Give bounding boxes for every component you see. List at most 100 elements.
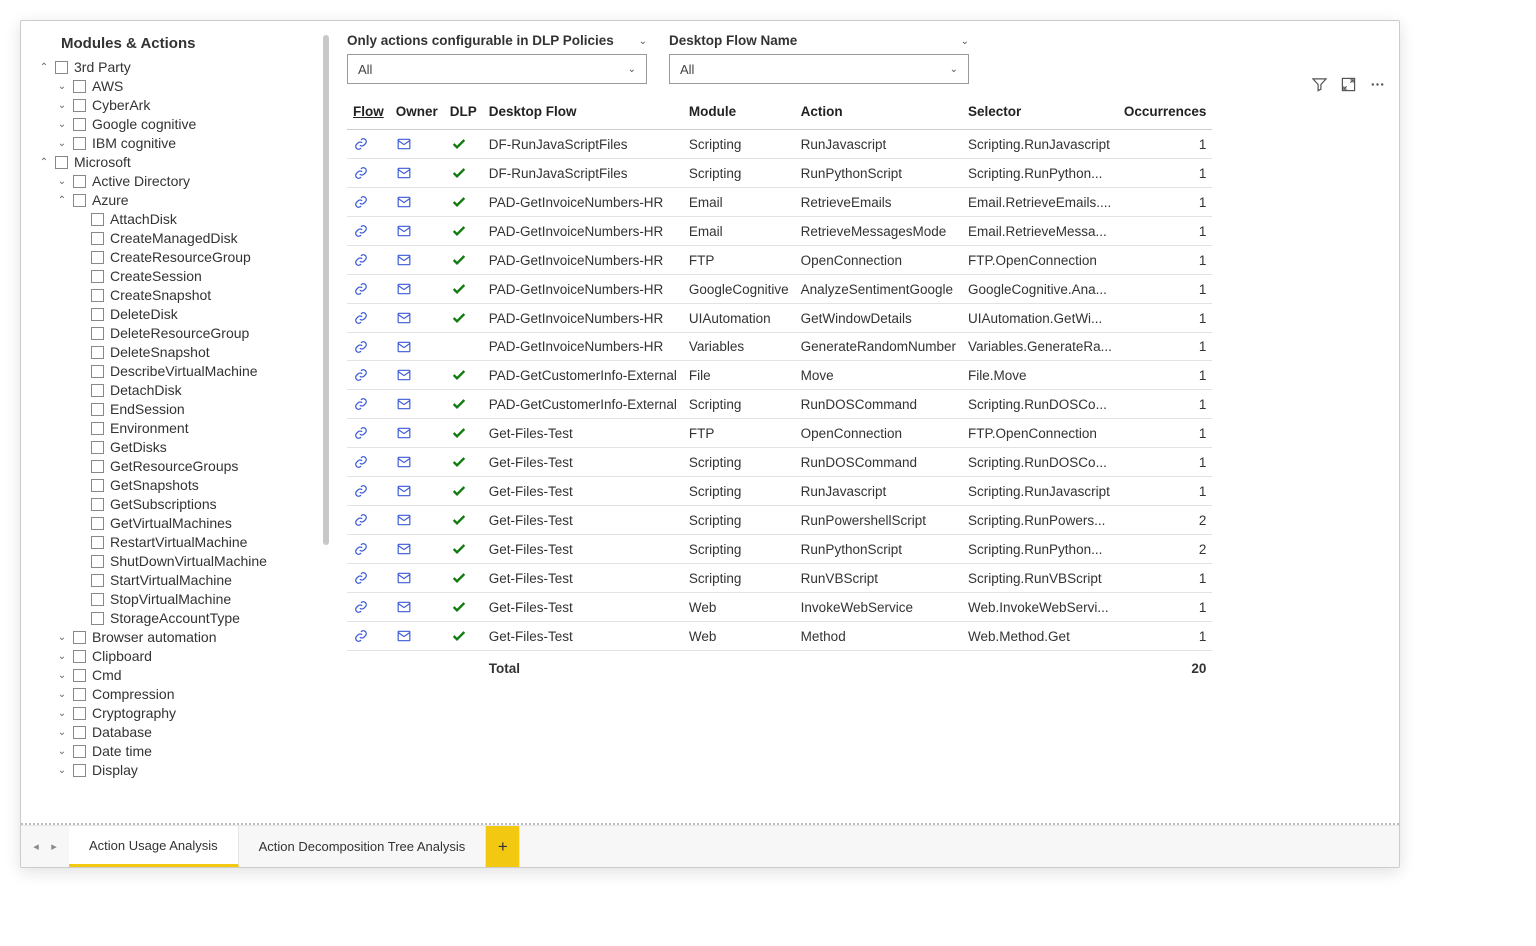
- tree-node[interactable]: ⌄Database: [33, 723, 323, 742]
- tree-node[interactable]: CreateSession: [33, 267, 323, 286]
- checkbox[interactable]: [91, 593, 104, 606]
- table-row[interactable]: DF-RunJavaScriptFilesScriptingRunPythonS…: [347, 159, 1212, 188]
- chevron-up-icon[interactable]: ⌃: [55, 194, 69, 208]
- owner-mail-icon[interactable]: [390, 593, 444, 622]
- checkbox[interactable]: [91, 232, 104, 245]
- tree-node[interactable]: ⌃Azure: [33, 191, 323, 210]
- tree-node[interactable]: ⌃Microsoft: [33, 153, 323, 172]
- tree-node[interactable]: DeleteSnapshot: [33, 343, 323, 362]
- checkbox[interactable]: [91, 365, 104, 378]
- tree-node[interactable]: ⌄Active Directory: [33, 172, 323, 191]
- tree-node[interactable]: ⌄AWS: [33, 77, 323, 96]
- tree-node[interactable]: GetSnapshots: [33, 476, 323, 495]
- filter-dlp-select[interactable]: All ⌄: [347, 54, 647, 84]
- owner-mail-icon[interactable]: [390, 535, 444, 564]
- flow-link-icon[interactable]: [347, 390, 390, 419]
- checkbox[interactable]: [73, 175, 86, 188]
- checkbox[interactable]: [91, 517, 104, 530]
- chevron-down-icon[interactable]: ⌄: [55, 118, 69, 132]
- tree-node[interactable]: StorageAccountType: [33, 609, 323, 628]
- tree-node[interactable]: DeleteDisk: [33, 305, 323, 324]
- tab-action-usage[interactable]: Action Usage Analysis: [69, 826, 239, 867]
- checkbox[interactable]: [73, 726, 86, 739]
- col-owner[interactable]: Owner: [390, 96, 444, 130]
- tree-node[interactable]: ⌄Date time: [33, 742, 323, 761]
- owner-mail-icon[interactable]: [390, 361, 444, 390]
- owner-mail-icon[interactable]: [390, 506, 444, 535]
- checkbox[interactable]: [55, 156, 68, 169]
- checkbox[interactable]: [91, 213, 104, 226]
- chevron-up-icon[interactable]: ⌃: [37, 156, 51, 170]
- tree-node[interactable]: AttachDisk: [33, 210, 323, 229]
- col-module[interactable]: Module: [683, 96, 795, 130]
- chevron-down-icon[interactable]: ⌄: [55, 745, 69, 759]
- flow-link-icon[interactable]: [347, 477, 390, 506]
- checkbox[interactable]: [91, 536, 104, 549]
- checkbox[interactable]: [73, 137, 86, 150]
- tree-node[interactable]: EndSession: [33, 400, 323, 419]
- owner-mail-icon[interactable]: [390, 304, 444, 333]
- checkbox[interactable]: [91, 346, 104, 359]
- filter-flowname-select[interactable]: All ⌄: [669, 54, 969, 84]
- checkbox[interactable]: [73, 650, 86, 663]
- flow-link-icon[interactable]: [347, 419, 390, 448]
- tab-decomposition[interactable]: Action Decomposition Tree Analysis: [239, 826, 487, 867]
- owner-mail-icon[interactable]: [390, 564, 444, 593]
- tree-node[interactable]: ⌄Cryptography: [33, 704, 323, 723]
- tree-node[interactable]: GetVirtualMachines: [33, 514, 323, 533]
- focus-mode-icon[interactable]: [1341, 77, 1356, 92]
- chevron-down-icon[interactable]: ⌄: [55, 80, 69, 94]
- owner-mail-icon[interactable]: [390, 188, 444, 217]
- tree-node[interactable]: GetResourceGroups: [33, 457, 323, 476]
- checkbox[interactable]: [91, 289, 104, 302]
- tab-prev-icon[interactable]: ◂: [27, 840, 45, 853]
- flow-link-icon[interactable]: [347, 506, 390, 535]
- checkbox[interactable]: [73, 764, 86, 777]
- chevron-down-icon[interactable]: ⌄: [55, 726, 69, 740]
- flow-link-icon[interactable]: [347, 217, 390, 246]
- owner-mail-icon[interactable]: [390, 622, 444, 651]
- tree-node[interactable]: CreateResourceGroup: [33, 248, 323, 267]
- tree-node[interactable]: ShutDownVirtualMachine: [33, 552, 323, 571]
- col-flow[interactable]: Flow: [347, 96, 390, 130]
- tree-node[interactable]: ⌄Clipboard: [33, 647, 323, 666]
- tree-node[interactable]: ⌃3rd Party: [33, 58, 323, 77]
- table-row[interactable]: Get-Files-TestScriptingRunVBScriptScript…: [347, 564, 1212, 593]
- checkbox[interactable]: [73, 194, 86, 207]
- checkbox[interactable]: [55, 61, 68, 74]
- tree-node[interactable]: StartVirtualMachine: [33, 571, 323, 590]
- table-row[interactable]: Get-Files-TestScriptingRunJavascriptScri…: [347, 477, 1212, 506]
- tab-next-icon[interactable]: ▸: [45, 840, 63, 853]
- flow-link-icon[interactable]: [347, 304, 390, 333]
- col-dlp[interactable]: DLP: [444, 96, 483, 130]
- flow-link-icon[interactable]: [347, 564, 390, 593]
- tree-node[interactable]: GetSubscriptions: [33, 495, 323, 514]
- chevron-down-icon[interactable]: ⌄: [639, 36, 647, 47]
- chevron-down-icon[interactable]: ⌄: [55, 669, 69, 683]
- checkbox[interactable]: [91, 441, 104, 454]
- table-row[interactable]: PAD-GetInvoiceNumbers-HRFTPOpenConnectio…: [347, 246, 1212, 275]
- checkbox[interactable]: [91, 308, 104, 321]
- checkbox[interactable]: [73, 707, 86, 720]
- checkbox[interactable]: [91, 384, 104, 397]
- flow-link-icon[interactable]: [347, 333, 390, 361]
- checkbox[interactable]: [91, 574, 104, 587]
- checkbox[interactable]: [91, 403, 104, 416]
- owner-mail-icon[interactable]: [390, 159, 444, 188]
- table-row[interactable]: Get-Files-TestWebInvokeWebServiceWeb.Inv…: [347, 593, 1212, 622]
- checkbox[interactable]: [91, 460, 104, 473]
- tree-node[interactable]: DetachDisk: [33, 381, 323, 400]
- owner-mail-icon[interactable]: [390, 390, 444, 419]
- checkbox[interactable]: [73, 631, 86, 644]
- owner-mail-icon[interactable]: [390, 419, 444, 448]
- checkbox[interactable]: [73, 118, 86, 131]
- checkbox[interactable]: [91, 251, 104, 264]
- chevron-down-icon[interactable]: ⌄: [55, 631, 69, 645]
- checkbox[interactable]: [91, 270, 104, 283]
- tree-node[interactable]: Environment: [33, 419, 323, 438]
- tree-node[interactable]: StopVirtualMachine: [33, 590, 323, 609]
- flow-link-icon[interactable]: [347, 130, 390, 159]
- table-row[interactable]: Get-Files-TestScriptingRunPowershellScri…: [347, 506, 1212, 535]
- flow-link-icon[interactable]: [347, 361, 390, 390]
- more-options-icon[interactable]: [1370, 77, 1385, 92]
